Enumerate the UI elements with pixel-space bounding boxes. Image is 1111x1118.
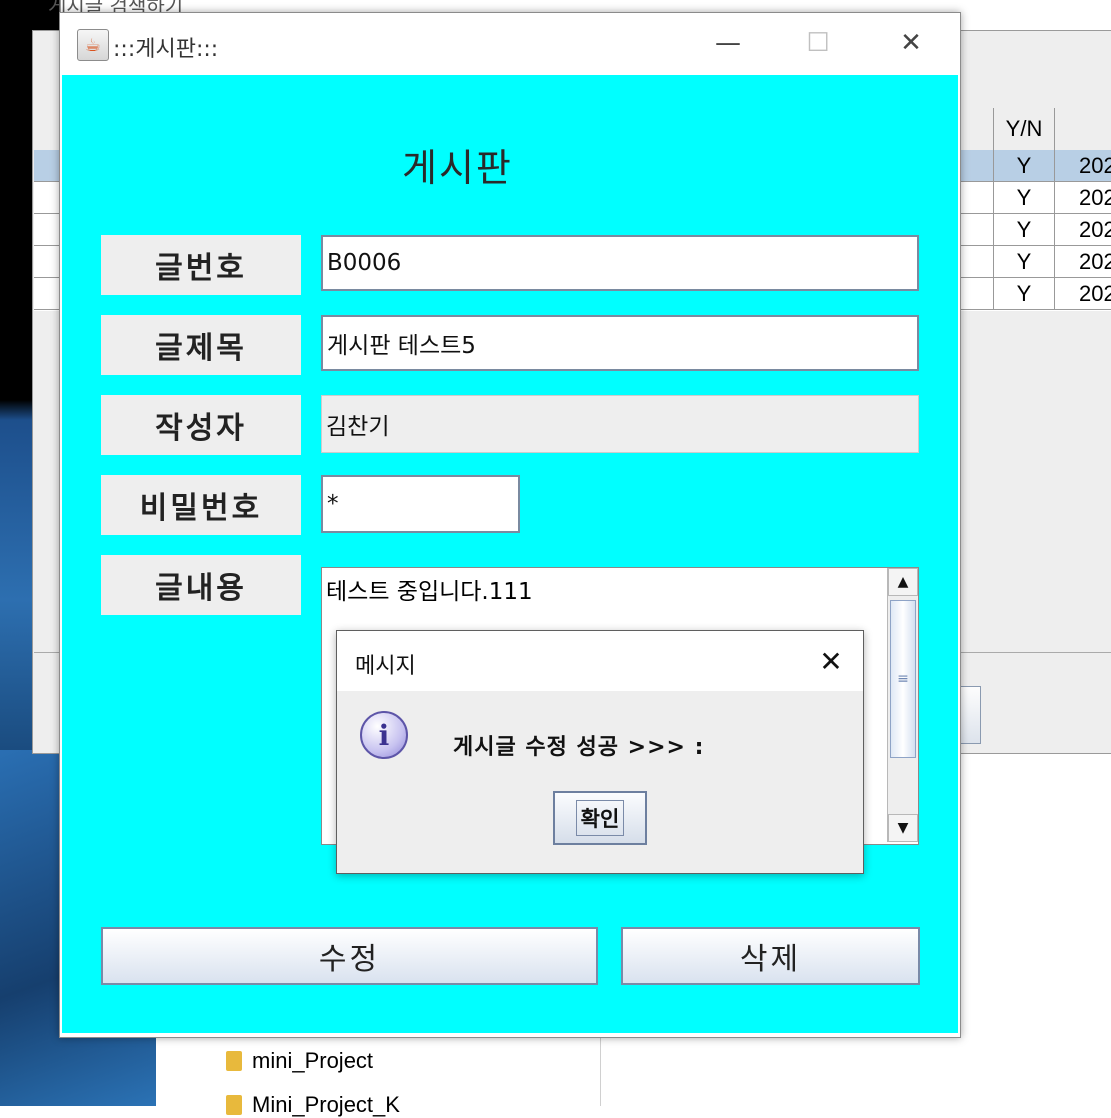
title-bar[interactable]: ☕ :::게시판::: — ☐ ✕ [60, 13, 960, 73]
scrollbar-thumb[interactable]: ≡ [890, 600, 916, 758]
number-label: 글번호 [101, 235, 301, 295]
table-cell-yn: Y [993, 214, 1055, 245]
title-field[interactable]: 게시판 테스트5 [321, 315, 919, 371]
table-cell-date: 202 [1079, 185, 1111, 210]
ok-button-label: 확인 [575, 800, 625, 836]
explorer-item-label: Mini_Project_K [252, 1092, 400, 1117]
table-cell-date: 202 [1079, 281, 1111, 306]
folder-icon [226, 1095, 242, 1115]
folder-icon [226, 1051, 242, 1071]
author-label: 작성자 [101, 395, 301, 455]
message-dialog: 메시지 ✕ i 게시글 수정 성공 >>> : 확인 [336, 630, 864, 874]
explorer-item[interactable]: mini_Project [226, 1048, 373, 1074]
column-header-yn[interactable]: Y/N [993, 108, 1055, 150]
password-label: 비밀번호 [101, 475, 301, 535]
table-cell-yn: Y [993, 150, 1055, 181]
scroll-up-arrow-icon[interactable]: ▲ [888, 568, 918, 596]
maximize-button[interactable]: ☐ [795, 25, 841, 61]
table-cell-date: 202 [1079, 153, 1111, 178]
explorer-item[interactable]: Mini_Project_K [226, 1092, 400, 1118]
info-icon: i [360, 711, 408, 759]
table-cell-yn: Y [993, 182, 1055, 213]
explorer-item-label: mini_Project [252, 1048, 374, 1073]
window-title: :::게시판::: [113, 37, 219, 62]
ok-button[interactable]: 확인 [553, 791, 647, 845]
minimize-button[interactable]: — [705, 25, 751, 61]
title-label: 글제목 [101, 315, 301, 375]
content-scrollbar[interactable]: ▲ ≡ ▼ [887, 568, 918, 842]
message-title: 메시지 [355, 654, 416, 679]
content-label: 글내용 [101, 555, 301, 615]
form-panel: 게시판 글번호 B0006 글제목 게시판 테스트5 작성자 김찬기 비밀번호 … [62, 75, 958, 1033]
message-title-bar[interactable]: 메시지 ✕ [337, 631, 863, 691]
table-cell-yn: Y [993, 278, 1055, 309]
author-field[interactable]: 김찬기 [321, 395, 919, 453]
message-text: 게시글 수정 성공 >>> : [453, 735, 705, 760]
java-app-icon: ☕ [77, 29, 109, 61]
password-field[interactable]: * [321, 475, 520, 533]
scroll-down-arrow-icon[interactable]: ▼ [888, 814, 918, 842]
board-window: ☕ :::게시판::: — ☐ ✕ 게시판 글번호 B0006 글제목 게시판 … [59, 12, 961, 1038]
table-cell-date: 202 [1079, 249, 1111, 274]
file-explorer: mini_Project Mini_Project_K [156, 1030, 601, 1117]
close-button[interactable]: ✕ [888, 25, 934, 61]
content-text: 테스트 중입니다.111 [326, 579, 533, 605]
delete-button[interactable]: 삭제 [621, 927, 920, 985]
edit-button[interactable]: 수정 [101, 927, 598, 985]
table-cell-yn: Y [993, 246, 1055, 277]
close-icon[interactable]: ✕ [813, 643, 849, 679]
page-title: 게시판 [402, 146, 513, 190]
number-field[interactable]: B0006 [321, 235, 919, 291]
table-cell-date: 202 [1079, 217, 1111, 242]
